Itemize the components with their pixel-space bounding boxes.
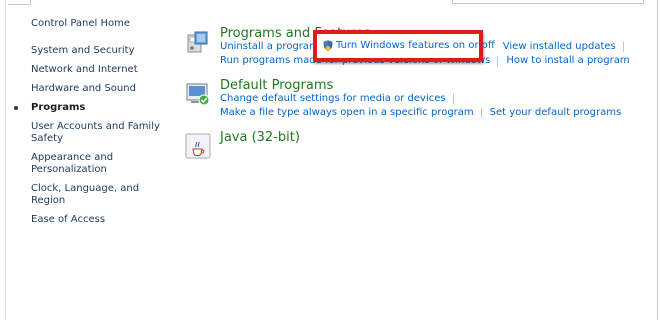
sidebar-item-ease-of-access[interactable]: Ease of Access xyxy=(31,214,171,226)
view-installed-updates-link[interactable]: View installed updates xyxy=(503,40,616,54)
right-border xyxy=(657,0,658,320)
default-programs-links: Change default settings for media or dev… xyxy=(220,92,621,120)
uninstall-program-link[interactable]: Uninstall a program xyxy=(220,40,319,54)
sidebar-item-home[interactable]: Control Panel Home xyxy=(31,18,171,30)
control-panel-window: Control Panel Home System and Security N… xyxy=(0,0,660,320)
default-programs-title[interactable]: Default Programs xyxy=(220,78,333,93)
turn-windows-features-link[interactable]: Turn Windows features on or off xyxy=(336,40,495,51)
separator xyxy=(452,94,454,104)
uac-shield-icon xyxy=(323,40,333,51)
separator xyxy=(480,108,482,118)
top-strip xyxy=(0,0,660,6)
set-default-programs-link[interactable]: Set your default programs xyxy=(490,106,622,120)
left-border xyxy=(5,0,6,320)
highlight-callout: Turn Windows features on or off xyxy=(313,30,495,62)
separator xyxy=(497,56,499,66)
sidebar-item-network-internet[interactable]: Network and Internet xyxy=(31,64,171,76)
sidebar-item-programs[interactable]: Programs xyxy=(14,102,171,114)
tab-edge xyxy=(8,0,31,5)
how-to-install-link[interactable]: How to install a program xyxy=(506,54,629,68)
search-box-edge[interactable] xyxy=(452,0,644,4)
sidebar-item-clock-language[interactable]: Clock, Language, and Region xyxy=(31,183,171,207)
turn-features-row: Turn Windows features on or off xyxy=(323,40,495,51)
current-bullet-icon xyxy=(14,106,18,110)
file-type-open-link[interactable]: Make a file type always open in a specif… xyxy=(220,106,474,120)
sidebar-item-hardware-sound[interactable]: Hardware and Sound xyxy=(31,83,171,95)
java-icon[interactable] xyxy=(185,133,211,159)
sidebar-item-user-accounts[interactable]: User Accounts and Family Safety xyxy=(31,121,171,145)
change-default-settings-link[interactable]: Change default settings for media or dev… xyxy=(220,92,446,106)
sidebar-item-programs-label: Programs xyxy=(31,102,86,113)
separator xyxy=(622,42,624,52)
sidebar-item-system-security[interactable]: System and Security xyxy=(31,45,171,57)
programs-features-icon[interactable] xyxy=(185,29,211,55)
java-title[interactable]: Java (32-bit) xyxy=(220,130,300,145)
default-programs-icon[interactable] xyxy=(185,81,211,107)
sidebar-item-appearance[interactable]: Appearance and Personalization xyxy=(31,152,171,176)
sidebar: Control Panel Home System and Security N… xyxy=(14,18,171,233)
